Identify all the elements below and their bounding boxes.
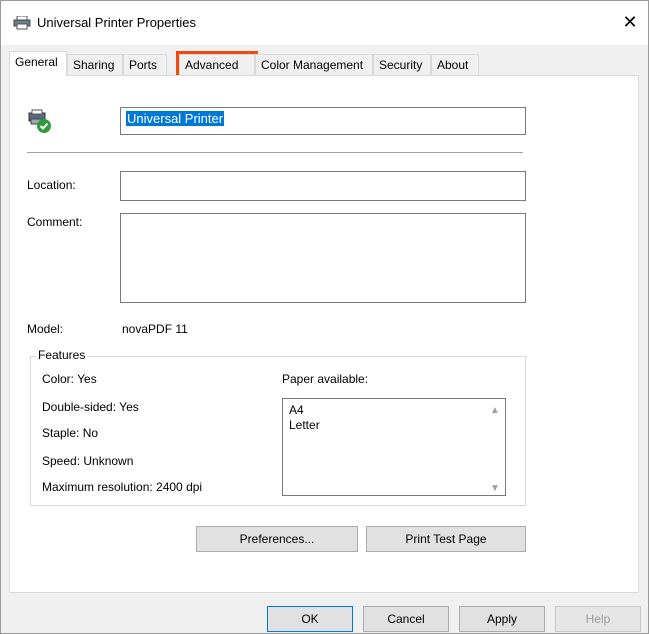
tab-ports[interactable]: Ports <box>123 54 167 75</box>
location-field[interactable] <box>120 171 526 201</box>
scroll-up-icon[interactable]: ▲ <box>489 403 501 416</box>
general-tab-panel: Universal Printer Location: Comment: Mod… <box>9 75 639 593</box>
paper-listbox[interactable]: A4 Letter ▲ ▼ <box>282 398 506 496</box>
printer-properties-dialog: Universal Printer Properties ✕ General S… <box>0 0 649 634</box>
title-bar: Universal Printer Properties ✕ <box>1 1 648 45</box>
preferences-button[interactable]: Preferences... <box>196 526 358 552</box>
tab-general[interactable]: General <box>9 51 67 76</box>
tab-color-management[interactable]: Color Management <box>255 54 373 75</box>
comment-field[interactable] <box>120 213 526 303</box>
paper-available-label: Paper available: <box>282 372 369 386</box>
printer-icon <box>13 16 31 30</box>
feature-color: Color: Yes <box>42 372 97 386</box>
cancel-button[interactable]: Cancel <box>363 606 449 632</box>
tab-security[interactable]: Security <box>373 54 431 75</box>
tab-sharing[interactable]: Sharing <box>67 54 123 75</box>
printer-name-value: Universal Printer <box>126 111 225 126</box>
feature-staple: Staple: No <box>42 426 99 440</box>
window-title: Universal Printer Properties <box>37 15 196 30</box>
divider <box>27 152 523 153</box>
list-item[interactable]: A4 <box>289 403 499 418</box>
comment-label: Comment: <box>27 215 83 229</box>
printer-name-field[interactable]: Universal Printer <box>120 107 526 135</box>
print-test-page-button[interactable]: Print Test Page <box>366 526 526 552</box>
printer-ready-icon <box>28 109 51 133</box>
feature-max-resolution: Maximum resolution: 2400 dpi <box>42 480 203 494</box>
model-value: novaPDF 11 <box>122 322 188 336</box>
scroll-down-icon[interactable]: ▼ <box>489 481 501 494</box>
apply-button[interactable]: Apply <box>459 606 545 632</box>
ok-button[interactable]: OK <box>267 606 353 632</box>
feature-double-sided: Double-sided: Yes <box>42 400 139 414</box>
features-title: Features <box>36 348 88 362</box>
list-item[interactable]: Letter <box>289 418 499 433</box>
tab-advanced[interactable]: Advanced <box>176 51 258 78</box>
model-label: Model: <box>27 322 64 336</box>
location-label: Location: <box>27 178 76 192</box>
tab-about[interactable]: About <box>431 54 479 75</box>
feature-speed: Speed: Unknown <box>42 454 134 468</box>
close-icon[interactable]: ✕ <box>620 11 640 33</box>
help-button[interactable]: Help <box>555 606 641 632</box>
